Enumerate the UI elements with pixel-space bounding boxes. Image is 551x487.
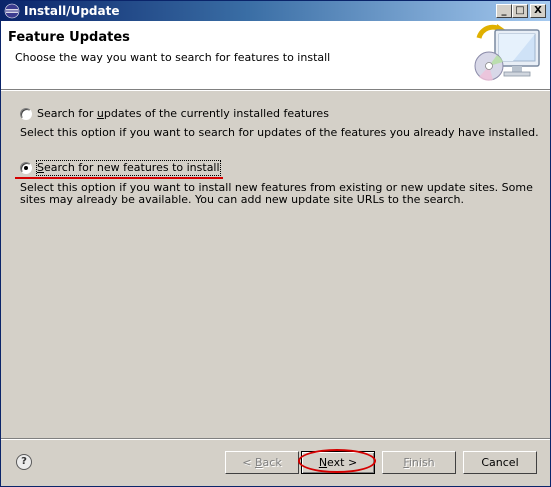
red-annotation-underline bbox=[15, 177, 223, 179]
maximize-button[interactable]: □ bbox=[512, 4, 528, 18]
radio-search-new-features-label: Search for new features to install bbox=[36, 160, 221, 176]
radio-button[interactable] bbox=[20, 108, 32, 120]
wizard-header: Feature Updates Choose the way you want … bbox=[1, 21, 550, 89]
back-button[interactable]: < Back bbox=[225, 451, 299, 474]
red-annotation-circle bbox=[298, 449, 376, 473]
help-icon[interactable]: ? bbox=[16, 454, 32, 470]
radio-button-selected[interactable] bbox=[20, 162, 32, 174]
close-button[interactable]: X bbox=[530, 4, 546, 18]
page-description: Choose the way you want to search for fe… bbox=[15, 51, 331, 64]
install-update-dialog: Install/Update _ □ X Feature Updates Cho… bbox=[0, 0, 551, 487]
window-title: Install/Update bbox=[24, 4, 120, 18]
title-bar[interactable]: Install/Update _ □ X bbox=[1, 1, 550, 21]
cancel-button[interactable]: Cancel bbox=[463, 451, 537, 474]
radio-search-updates-label: Search for updates of the currently inst… bbox=[37, 107, 329, 120]
monitor-cd-update-icon bbox=[474, 24, 540, 81]
page-title: Feature Updates bbox=[8, 30, 130, 45]
search-new-features-description: Select this option if you want to instal… bbox=[20, 181, 533, 206]
eclipse-logo-icon bbox=[4, 3, 20, 19]
minimize-button[interactable]: _ bbox=[496, 4, 512, 18]
finish-button[interactable]: Finish bbox=[382, 451, 456, 474]
search-updates-description: Select this option if you want to search… bbox=[20, 126, 539, 139]
